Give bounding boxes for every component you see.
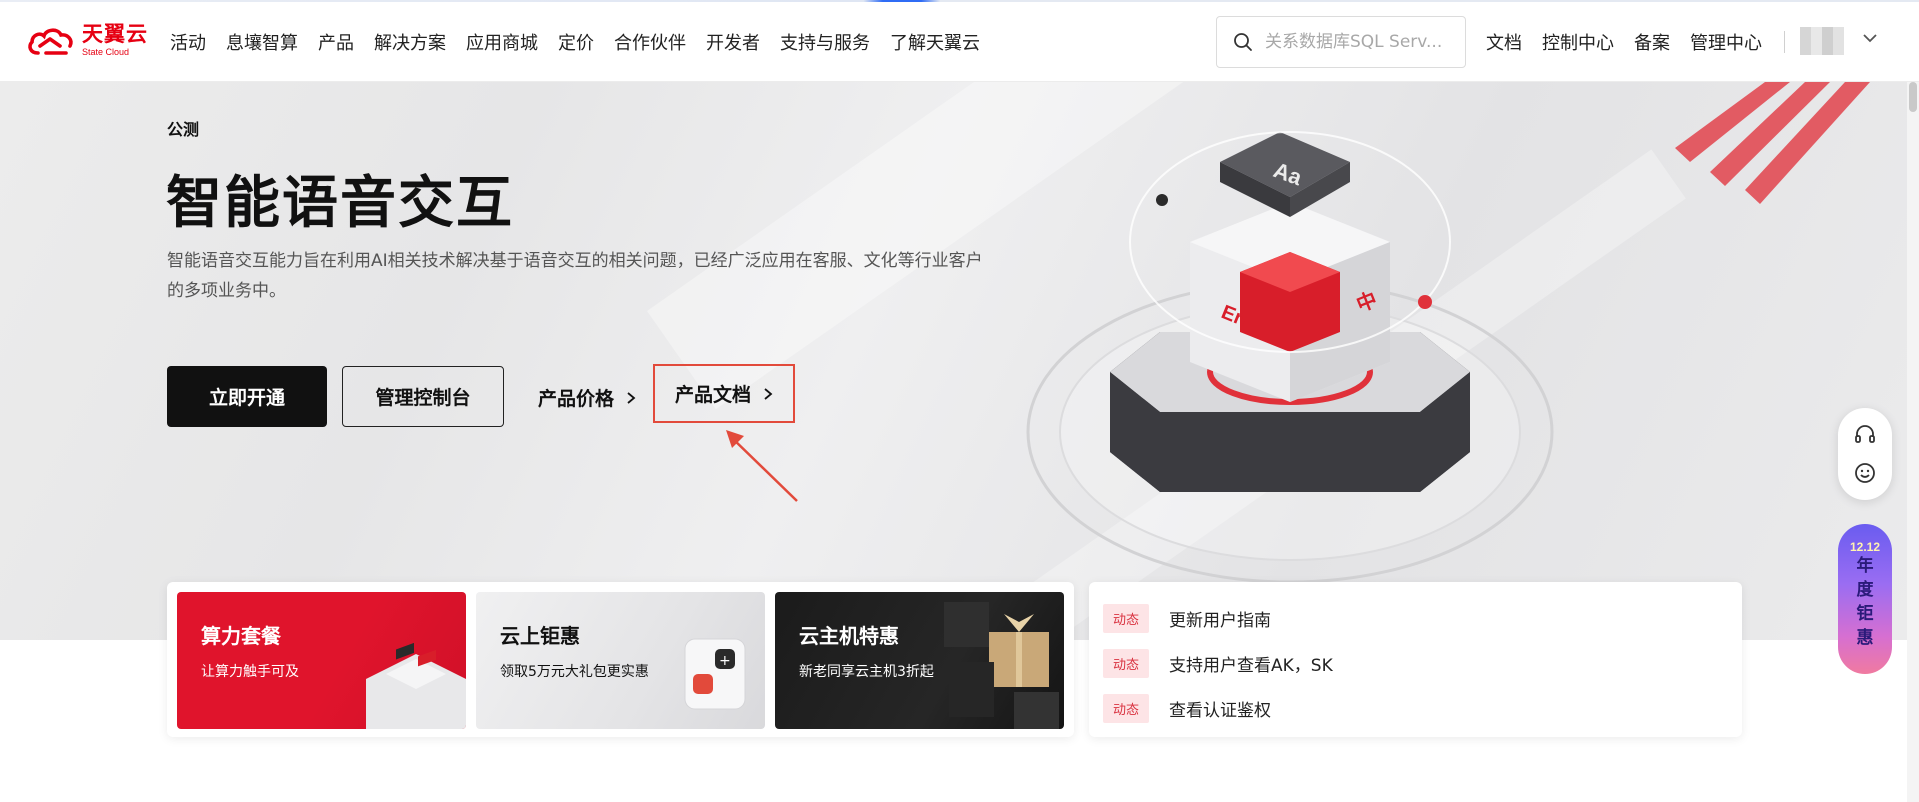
search-input[interactable]: [1265, 32, 1455, 52]
nav-item-activity[interactable]: 活动: [170, 29, 206, 55]
product-docs-link[interactable]: 产品文档: [653, 364, 795, 423]
nav-item-partners[interactable]: 合作伙伴: [614, 29, 686, 55]
public-beta-badge: 公测: [167, 120, 200, 139]
news-text: 查看认证鉴权: [1169, 701, 1272, 721]
brand-logo[interactable]: 天翼云 State Cloud: [26, 24, 148, 57]
divider: [1784, 31, 1785, 53]
cloud-logo-icon: [28, 27, 73, 55]
chevron-right-icon: [627, 391, 636, 404]
news-item[interactable]: 动态 支持用户查看AK，SK: [1103, 641, 1728, 686]
page-scrollbar[interactable]: [1907, 82, 1919, 802]
news-tag: 动态: [1103, 604, 1150, 633]
news-tag: 动态: [1103, 694, 1150, 723]
annotation-arrow-icon: [726, 430, 798, 502]
news-item[interactable]: 动态 查看认证鉴权: [1103, 686, 1728, 731]
year-end-promo-badge[interactable]: 12.12 年 度 钜 惠: [1838, 524, 1892, 674]
logo-name-en: State Cloud: [82, 47, 130, 57]
nav-item-solutions[interactable]: 解决方案: [374, 29, 446, 55]
search-icon: [1234, 33, 1252, 51]
news-text: 更新用户指南: [1169, 611, 1272, 631]
card-subtitle: 让算力触手可及: [201, 664, 299, 680]
util-console[interactable]: 控制中心: [1542, 29, 1614, 55]
product-description: 智能语音交互能力旨在利用AI相关技术解决基于语音交互的相关问题，已经广泛应用在客…: [167, 251, 983, 301]
nav-item-xirang[interactable]: 息壤智算: [226, 29, 298, 55]
promo-date: 12.12: [1849, 540, 1881, 554]
promo-card-compute[interactable]: 算力套餐 让算力触手可及: [177, 592, 466, 729]
news-tag: 动态: [1103, 649, 1150, 678]
activate-now-button[interactable]: 立即开通: [167, 366, 327, 427]
management-console-button[interactable]: 管理控制台: [342, 366, 504, 427]
promo-card-ecs-deals[interactable]: 云主机特惠 新老同享云主机3折起: [775, 592, 1064, 729]
card-title: 云主机特惠: [799, 624, 899, 648]
floating-toolbar: [1838, 408, 1892, 500]
card-title: 算力套餐: [201, 624, 281, 648]
headset-icon[interactable]: [1853, 423, 1877, 447]
nav-item-developers[interactable]: 开发者: [706, 29, 760, 55]
page-title: 智能语音交互: [166, 171, 514, 236]
product-docs-label: 产品文档: [674, 384, 751, 406]
voice-interaction-3d-illustration: Aa En 中: [1026, 131, 1554, 582]
scrollbar-thumb[interactable]: [1909, 82, 1917, 112]
chevron-right-icon: [764, 387, 773, 400]
promo-char: 惠: [1856, 628, 1874, 648]
util-docs[interactable]: 文档: [1486, 29, 1522, 55]
promo-char: 度: [1856, 580, 1874, 600]
news-text: 支持用户查看AK，SK: [1169, 656, 1333, 676]
promo-char: 钜: [1856, 604, 1874, 624]
promo-cards: 算力套餐 让算力触手可及 云上钜惠 领取5万元大礼包更实惠 + 云主机特惠 新老…: [167, 582, 1074, 737]
news-panel: 动态 更新用户指南 动态 支持用户查看AK，SK 动态 查看认证鉴权: [1089, 582, 1742, 737]
hero-banner: Aa En 中 公测 智能语音交互 智能语音交互能力旨在利用AI相关技术解决基于…: [0, 82, 1907, 640]
top-navbar: 天翼云 State Cloud 活动 息壤智算 产品 解决方案 应用商城 定价 …: [0, 2, 1919, 82]
chevron-down-icon[interactable]: [1862, 30, 1878, 46]
product-pricing-label: 产品价格: [538, 388, 615, 410]
product-pricing-link[interactable]: 产品价格: [538, 384, 636, 411]
promo-char: 年: [1856, 556, 1874, 576]
utility-links: 文档 控制中心 备案 管理中心: [1486, 2, 1785, 82]
nav-item-about[interactable]: 了解天翼云: [890, 29, 980, 55]
logo-name-cn: 天翼云: [82, 22, 148, 46]
promo-card-cloud-deals[interactable]: 云上钜惠 领取5万元大礼包更实惠 +: [476, 592, 765, 729]
card-subtitle: 领取5万元大礼包更实惠: [500, 664, 649, 680]
card-title: 云上钜惠: [500, 624, 580, 648]
nav-item-products[interactable]: 产品: [318, 29, 354, 55]
nav-item-support[interactable]: 支持与服务: [780, 29, 870, 55]
avatar[interactable]: [1800, 27, 1844, 55]
main-nav: 活动 息壤智算 产品 解决方案 应用商城 定价 合作伙伴 开发者 支持与服务 了…: [170, 2, 980, 82]
util-management-center[interactable]: 管理中心: [1690, 29, 1762, 55]
news-item[interactable]: 动态 更新用户指南: [1103, 596, 1728, 641]
smiley-feedback-icon[interactable]: [1853, 461, 1877, 485]
nav-item-marketplace[interactable]: 应用商城: [466, 29, 538, 55]
decor-red-bars: [1675, 82, 1870, 204]
card-subtitle: 新老同享云主机3折起: [799, 664, 934, 680]
nav-item-pricing[interactable]: 定价: [558, 29, 594, 55]
util-icp-filing[interactable]: 备案: [1634, 29, 1670, 55]
search-box[interactable]: [1216, 16, 1466, 68]
